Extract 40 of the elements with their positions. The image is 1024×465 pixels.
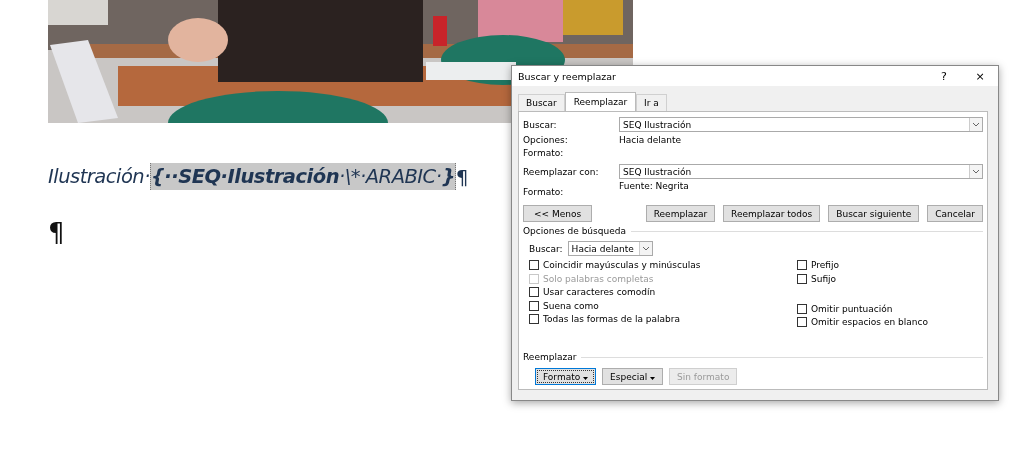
checkbox-option[interactable]: Sufijo [797, 273, 928, 284]
field-label: Buscar: [529, 243, 563, 254]
paragraph-mark: ¶ [455, 164, 469, 189]
field-label: Opciones: [523, 135, 568, 145]
dropdown-button[interactable]: Especial [602, 368, 664, 385]
action-button[interactable]: Reemplazar [645, 205, 716, 222]
checkbox-option[interactable]: Omitir puntuación [797, 303, 928, 314]
section-title: Opciones de búsqueda [523, 226, 626, 236]
checkbox-option[interactable]: Prefijo [797, 260, 928, 271]
direction-dropdown[interactable]: Hacia delante [567, 241, 653, 256]
action-button[interactable]: Reemplazar todos [723, 205, 821, 222]
field-code-text: ·\*·ARABIC· [339, 165, 442, 188]
tab[interactable]: Ir a [636, 94, 667, 111]
field-label: Buscar: [523, 119, 557, 130]
tab[interactable]: Buscar [518, 94, 565, 111]
caption-label: Ilustración· [48, 165, 150, 188]
dialog-title: Buscar y reemplazar [518, 70, 616, 82]
checkbox-option[interactable]: Suena como [529, 300, 797, 311]
help-button[interactable]: ? [926, 69, 962, 83]
checkbox-option[interactable]: Coincidir mayúsculas y minúsculas [529, 260, 797, 271]
close-button[interactable]: × [962, 69, 998, 83]
field-code-text: {··SEQ·Ilustración [150, 165, 340, 188]
replace-field[interactable]: SEQ Ilustración [619, 164, 983, 179]
action-button[interactable]: Cancelar [927, 205, 983, 222]
field-value: Hacia delante [619, 135, 682, 145]
tab[interactable]: Reemplazar [564, 92, 637, 111]
section-title: Reemplazar [523, 352, 577, 362]
action-button[interactable]: Buscar siguiente [828, 205, 920, 222]
dropdown-button[interactable]: Formato [535, 368, 597, 385]
field-code-text: } [441, 165, 455, 188]
field-label: Reemplazar con: [523, 166, 599, 177]
checkbox-option[interactable]: Todas las formas de la palabra [529, 314, 797, 325]
field-label: Formato: [523, 187, 564, 197]
field-value: Fuente: Negrita [619, 181, 689, 193]
checkbox-option[interactable]: Omitir espacios en blanco [797, 317, 928, 328]
less-button[interactable]: << Menos [523, 205, 593, 222]
find-field[interactable]: SEQ Ilustración [619, 117, 983, 132]
checkbox-option[interactable]: Usar caracteres comodín [529, 287, 797, 298]
paragraph-mark: ¶ [48, 218, 65, 248]
field-label: Formato: [523, 148, 564, 158]
